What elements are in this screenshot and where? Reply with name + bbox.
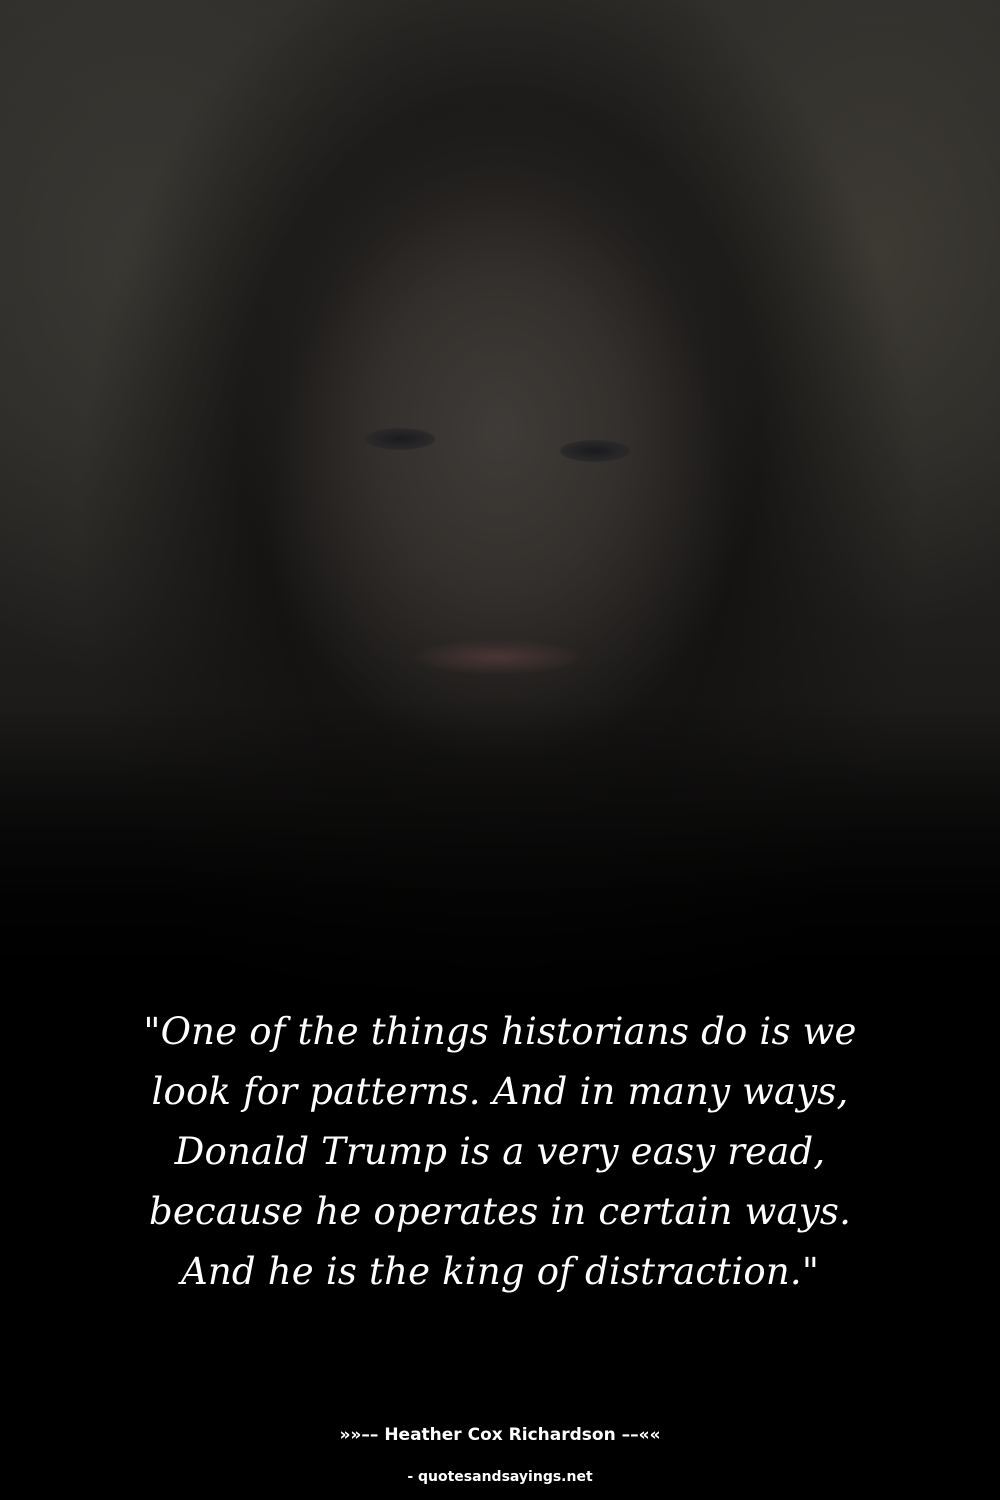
portrait-left-eye (365, 428, 435, 450)
source-credit: - quotesandsayings.net (407, 1469, 593, 1485)
quote-author: »»–– Heather Cox Richardson ––«« (339, 1425, 661, 1445)
portrait-right-eye (560, 440, 630, 462)
quote-text: "One of the things historians do is we l… (143, 1010, 857, 1293)
portrait-mouth (415, 640, 580, 674)
quote-card: "One of the things historians do is we l… (0, 0, 1000, 1500)
photo-fade-overlay (0, 700, 1000, 1020)
